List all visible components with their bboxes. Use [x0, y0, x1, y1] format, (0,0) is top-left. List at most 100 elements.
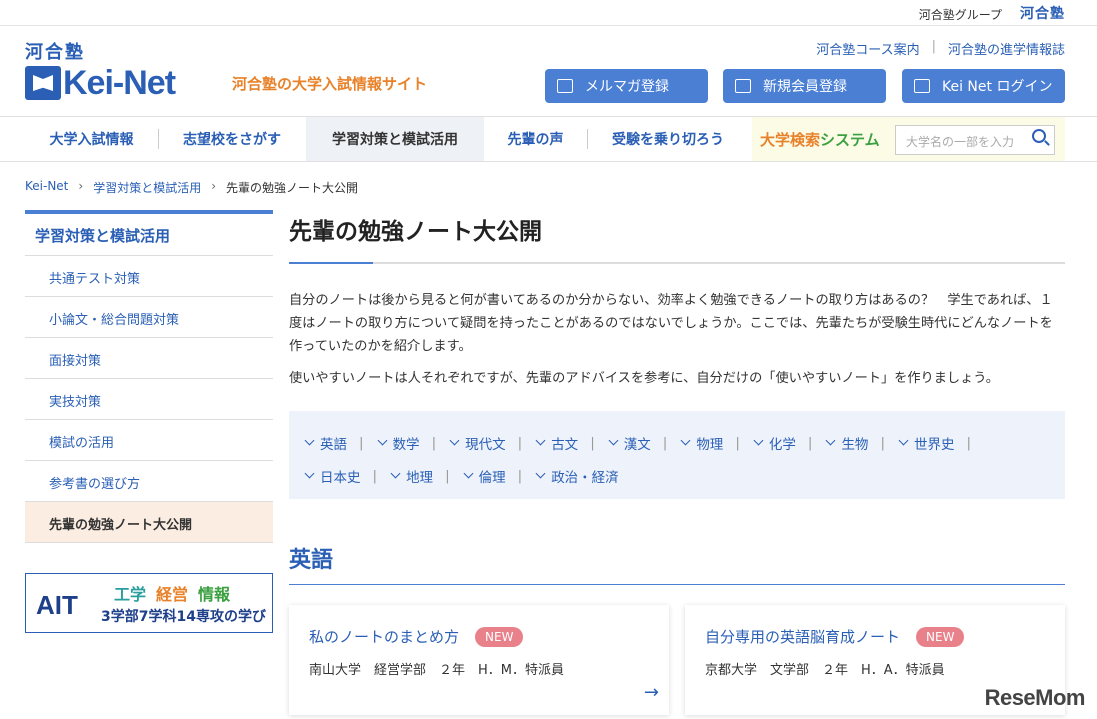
nav-item-exam-tips[interactable]: 受験を乗り切ろう	[588, 117, 748, 161]
sidebar-item-interview[interactable]: 面接対策	[25, 338, 273, 379]
chevron-right-icon: ›	[211, 179, 217, 193]
chevron-down-icon	[825, 435, 836, 446]
chevron-right-icon: ›	[78, 179, 84, 193]
subject-label: 世界史	[914, 436, 955, 453]
subject-separator: |	[966, 434, 972, 451]
note-cards: 私のノートのまとめ方 NEW 南山大学 経営学部 ２年 H．M．特派員 → 自分…	[289, 605, 1065, 715]
arrow-right-icon: →	[643, 682, 659, 703]
book-icon	[25, 66, 61, 100]
subject-link[interactable]: 世界史	[897, 433, 955, 453]
mail-icon	[557, 79, 573, 93]
ait-logo: AIT	[36, 590, 78, 620]
chevron-down-icon	[680, 435, 691, 446]
subject-label: 英語	[320, 436, 347, 453]
kei-net-logo[interactable]: Kei-Net	[25, 64, 176, 102]
subject-link[interactable]: 化学	[752, 433, 796, 453]
sidebar-item-practical[interactable]: 実技対策	[25, 379, 273, 420]
chevron-down-icon	[898, 435, 909, 446]
subject-label: 倫理	[478, 469, 506, 486]
magazine-link[interactable]: 河合塾の進学情報誌	[948, 39, 1065, 58]
subject-link[interactable]: 数学	[376, 433, 420, 453]
subject-label: 生物	[841, 436, 869, 453]
breadcrumb-current: 先輩の勉強ノート大公開	[226, 181, 359, 195]
subject-label: 現代文	[465, 436, 506, 453]
logo-kanji[interactable]: 河合塾	[25, 38, 85, 64]
sidebar-item-mock-exam[interactable]: 模試の活用	[25, 420, 273, 461]
login-button[interactable]: Kei Net ログイン	[902, 69, 1065, 103]
register-button[interactable]: 新規会員登録	[723, 69, 886, 103]
header-links: 河合塾コース案内 | 河合塾の進学情報誌	[816, 39, 1065, 58]
sidebar: 学習対策と模試活用 共通テスト対策 小論文・総合問題対策 面接対策 実技対策 模…	[25, 210, 273, 543]
subject-link[interactable]: 古文	[534, 433, 578, 453]
breadcrumb-study[interactable]: 学習対策と模試活用	[93, 179, 201, 196]
banner-fields: 工学 経営 情報	[114, 581, 230, 605]
new-badge: NEW	[916, 626, 965, 647]
top-utility-bar: 河合塾グループ 河合塾	[0, 0, 1097, 26]
note-card-title-row: 自分専用の英語脳育成ノート NEW	[705, 626, 1045, 647]
note-card-author: 南山大学 経営学部 ２年 H．M．特派員	[309, 663, 564, 678]
sidebar-item-essay[interactable]: 小論文・総合問題対策	[25, 297, 273, 338]
title-divider	[289, 262, 1065, 264]
subject-label: 古文	[551, 436, 579, 453]
subject-link[interactable]: 物理	[679, 433, 723, 453]
subject-label: 政治・経済	[551, 469, 619, 486]
university-search-input[interactable]: 大学名の一部を入力	[895, 125, 1055, 155]
sidebar-item-common-test[interactable]: 共通テスト対策	[25, 256, 273, 297]
chevron-down-icon	[608, 435, 619, 446]
subject-separator: |	[517, 467, 523, 484]
note-card-title: 私のノートのまとめ方	[309, 628, 460, 646]
breadcrumb: Kei-Net › 学習対策と模試活用 › 先輩の勉強ノート大公開	[25, 179, 358, 196]
mail-magazine-button[interactable]: メルマガ登録	[545, 69, 708, 103]
subject-separator: |	[431, 434, 437, 451]
subject-link[interactable]: 日本史	[303, 466, 361, 486]
group-label: 河合塾グループ	[918, 8, 1002, 22]
note-card-title: 自分専用の英語脳育成ノート	[705, 628, 901, 646]
course-info-link[interactable]: 河合塾コース案内	[816, 39, 919, 58]
subject-separator: |	[359, 434, 364, 451]
subject-label: 数学	[392, 436, 420, 453]
banner-word-management: 経営	[156, 585, 189, 604]
resemom-watermark: ReseMom	[984, 685, 1086, 710]
subject-link[interactable]: 政治・経済	[534, 466, 619, 486]
subject-link[interactable]: 倫理	[462, 466, 506, 486]
subject-separator: |	[880, 434, 885, 451]
banner-word-information: 情報	[198, 585, 231, 604]
sidebar-item-reference-books[interactable]: 参考書の選び方	[25, 461, 273, 502]
user-icon	[735, 79, 751, 93]
chevron-down-icon	[390, 468, 401, 479]
nav-item-study[interactable]: 学習対策と模試活用	[306, 117, 484, 161]
sidebar-item-study-notes[interactable]: 先輩の勉強ノート大公開	[25, 502, 273, 543]
nav-item-find-school[interactable]: 志望校をさがす	[159, 117, 305, 161]
sidebar-heading[interactable]: 学習対策と模試活用	[25, 210, 273, 256]
chevron-down-icon	[463, 468, 474, 479]
subject-link[interactable]: 現代文	[448, 433, 506, 453]
system-label-a: 大学検索	[760, 131, 821, 149]
nav-item-seniors-voice[interactable]: 先輩の声	[485, 117, 586, 161]
chevron-down-icon	[535, 468, 546, 479]
chevron-down-icon	[535, 435, 546, 446]
subject-separator: |	[517, 434, 523, 451]
nav-item-admissions[interactable]: 大学入試情報	[25, 117, 158, 161]
kawaijuku-group-logo[interactable]: 河合塾	[1020, 3, 1065, 23]
subject-separator: |	[735, 434, 740, 451]
breadcrumb-home[interactable]: Kei-Net	[25, 179, 68, 196]
login-icon	[914, 79, 930, 93]
subject-separator: |	[590, 434, 595, 451]
university-search-system-link[interactable]: 大学検索システム	[760, 129, 880, 150]
subject-link[interactable]: 漢文	[607, 433, 651, 453]
chevron-down-icon	[377, 435, 388, 446]
intro-text: 自分のノートは後から見ると何が書いてあるのか分からない、効率よく勉強できるノート…	[289, 293, 1053, 354]
search-icon[interactable]	[1032, 129, 1046, 143]
note-card-title-row: 私のノートのまとめ方 NEW	[309, 626, 649, 647]
page-title: 先輩の勉強ノート大公開	[289, 219, 542, 245]
subject-link[interactable]: 地理	[389, 466, 433, 486]
system-label-b: システム	[820, 131, 880, 149]
section-title-english: 英語	[289, 548, 334, 573]
subject-link[interactable]: 英語	[303, 433, 347, 453]
subject-separator: |	[445, 467, 450, 484]
chevron-down-icon	[304, 435, 315, 446]
subject-link[interactable]: 生物	[824, 433, 868, 453]
intro-text-2: 使いやすいノートは人それぞれですが、先輩のアドバイスを参考に、自分だけの「使いや…	[289, 371, 999, 386]
note-card[interactable]: 私のノートのまとめ方 NEW 南山大学 経営学部 ２年 H．M．特派員 →	[289, 605, 669, 715]
ait-ad-banner[interactable]: AIT 工学 経営 情報 3学部7学科14専攻の学び	[25, 573, 273, 633]
